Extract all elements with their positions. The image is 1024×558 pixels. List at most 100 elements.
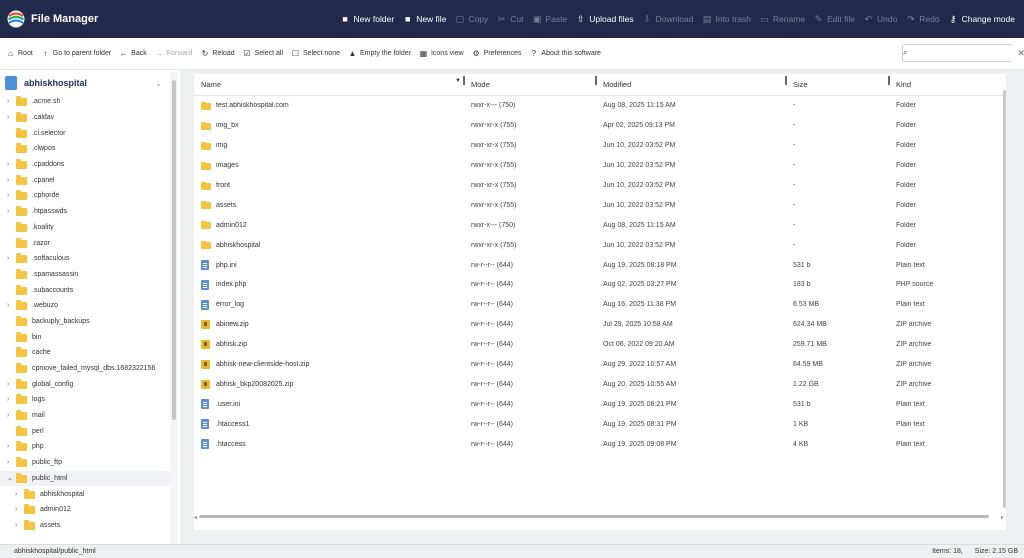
column-resize-handle[interactable] bbox=[888, 76, 890, 85]
chevron-icon[interactable]: › bbox=[7, 396, 16, 403]
table-row[interactable]: index.php rw-r--r-- (644) Aug 02, 2025 03:… bbox=[194, 275, 1006, 295]
column-mode-header[interactable]: Mode bbox=[471, 76, 603, 89]
forward-button[interactable]: → Forward bbox=[155, 49, 192, 58]
sidebar-item[interactable]: .cl.selector bbox=[0, 125, 178, 141]
chevron-icon[interactable]: › bbox=[15, 491, 24, 498]
sidebar-item[interactable]: › .cpaddons bbox=[0, 157, 178, 173]
change-mode-button[interactable]: ⚷ Change mode bbox=[949, 14, 1015, 25]
preferences-button[interactable]: ⚙ Preferences bbox=[472, 49, 522, 58]
column-size-header[interactable]: Size bbox=[793, 76, 896, 89]
new-file-button[interactable]: ■ New file bbox=[403, 14, 446, 24]
table-row[interactable]: test.abhiskhospital.com rwxr-x--- (750) Au… bbox=[194, 96, 1006, 116]
chevron-icon[interactable]: › bbox=[7, 459, 16, 466]
table-row[interactable]: abhisk-new-clientside-host.zip rw-r--r-- … bbox=[194, 355, 1006, 375]
icons-view-button[interactable]: ▦ Icons view bbox=[419, 49, 464, 58]
sidebar-scrollbar[interactable] bbox=[172, 80, 176, 420]
select-all-button[interactable]: ☑ Select all bbox=[243, 49, 284, 58]
sidebar-item[interactable]: › .webuzo bbox=[0, 298, 178, 314]
chevron-icon[interactable]: › bbox=[15, 522, 24, 529]
sidebar-item[interactable]: › admin012 bbox=[0, 502, 178, 518]
column-modified-header[interactable]: Modified bbox=[603, 76, 793, 89]
sidebar-item[interactable]: bin bbox=[0, 329, 178, 345]
clear-search-icon[interactable]: ✕ bbox=[1017, 48, 1024, 59]
new-folder-button[interactable]: ■ New folder bbox=[341, 14, 394, 24]
search-input[interactable] bbox=[907, 46, 1018, 60]
table-row[interactable]: abhisk.zip rw-r--r-- (644) Oct 06, 2022 09… bbox=[194, 335, 1006, 355]
chevron-down-icon[interactable]: ⌄ bbox=[155, 79, 162, 88]
table-row[interactable]: abhisk_bkp20082025.zip rw-r--r-- (644) Aug… bbox=[194, 374, 1006, 394]
sidebar-item[interactable]: › php bbox=[0, 439, 178, 455]
chevron-icon[interactable]: › bbox=[7, 114, 16, 121]
about-button[interactable]: ? About this software bbox=[529, 49, 601, 58]
chevron-icon[interactable]: › bbox=[7, 255, 16, 262]
scroll-left-icon[interactable]: ◂ bbox=[194, 514, 197, 521]
select-none-button[interactable]: ☐ Select none bbox=[291, 49, 340, 58]
sidebar-item[interactable]: › abhiskhospital bbox=[0, 486, 178, 502]
sidebar-item[interactable]: › assets bbox=[0, 518, 178, 534]
chevron-icon[interactable]: › bbox=[7, 177, 16, 184]
column-kind-header[interactable]: Kind bbox=[896, 80, 996, 89]
table-row[interactable]: .user.ini rw-r--r-- (644) Aug 19, 2025 08:… bbox=[194, 394, 1006, 414]
chevron-icon[interactable]: › bbox=[15, 506, 24, 513]
column-resize-handle[interactable] bbox=[595, 76, 597, 85]
chevron-icon[interactable]: › bbox=[7, 208, 16, 215]
chevron-icon[interactable]: › bbox=[7, 412, 16, 419]
sidebar-item[interactable]: .spamassassin bbox=[0, 267, 178, 283]
back-button[interactable]: ← Back bbox=[119, 49, 147, 58]
sidebar-item[interactable]: › .cpanel bbox=[0, 172, 178, 188]
sidebar-item[interactable]: perl bbox=[0, 423, 178, 439]
table-row[interactable]: php.ini rw-r--r-- (644) Aug 19, 2025 08:18… bbox=[194, 255, 1006, 275]
copy-button[interactable]: ▢ Copy bbox=[455, 14, 489, 25]
chevron-icon[interactable]: ⌄ bbox=[7, 474, 16, 482]
root-button[interactable]: ⌂ Root bbox=[6, 49, 33, 58]
sidebar-item[interactable]: .koality bbox=[0, 220, 178, 236]
empty-folder-button[interactable]: ▲ Empty the folder bbox=[348, 49, 411, 58]
table-row[interactable]: .htaccess1 rw-r--r-- (644) Aug 19, 2025 08… bbox=[194, 414, 1006, 434]
cut-button[interactable]: ✂ Cut bbox=[497, 14, 524, 25]
upload-files-button[interactable]: ⇧ Upload files bbox=[576, 14, 634, 25]
chevron-icon[interactable]: › bbox=[7, 192, 16, 199]
vertical-scrollbar[interactable] bbox=[1003, 90, 1006, 508]
table-row[interactable]: assets rwxr-xr-x (755) Jun 10, 2022 03:52 … bbox=[194, 195, 1006, 215]
sidebar-item[interactable]: ⌄ public_html bbox=[0, 470, 178, 487]
paste-button[interactable]: ▣ Paste bbox=[533, 14, 568, 25]
sidebar-item[interactable]: .subaccounts bbox=[0, 282, 178, 298]
table-row[interactable]: img_bx rwxr-xr-x (755) Apr 02, 2025 09:13 … bbox=[194, 116, 1006, 136]
sidebar-item[interactable]: › .cphorde bbox=[0, 188, 178, 204]
sidebar-root[interactable]: abhiskhospital ⌄ bbox=[5, 72, 178, 94]
chevron-icon[interactable]: › bbox=[7, 381, 16, 388]
sidebar-item[interactable]: cache bbox=[0, 345, 178, 361]
chevron-icon[interactable]: › bbox=[7, 443, 16, 450]
reload-button[interactable]: ↻ Reload bbox=[200, 49, 235, 58]
sidebar-item[interactable]: › public_ftp bbox=[0, 455, 178, 471]
sidebar-item[interactable]: › .acme.sh bbox=[0, 94, 178, 110]
sidebar-item[interactable]: › global_config bbox=[0, 376, 178, 392]
rename-button[interactable]: ▭ Rename bbox=[760, 14, 805, 25]
column-name-header[interactable]: Name ▼ bbox=[201, 76, 471, 89]
table-row[interactable]: admin012 rwxr-x--- (750) Aug 08, 2025 11:1… bbox=[194, 215, 1006, 235]
sidebar-item[interactable]: › mail bbox=[0, 408, 178, 424]
parent-folder-button[interactable]: ↑ Go to parent folder bbox=[41, 49, 111, 58]
column-resize-handle[interactable] bbox=[785, 76, 787, 85]
sidebar-item[interactable]: .clwpos bbox=[0, 141, 178, 157]
redo-button[interactable]: ↷ Redo bbox=[906, 14, 940, 25]
sidebar-item[interactable]: backuply_backups bbox=[0, 314, 178, 330]
table-row[interactable]: .htaccess rw-r--r-- (644) Aug 19, 2025 09:… bbox=[194, 434, 1006, 454]
sidebar-item[interactable]: .razor bbox=[0, 235, 178, 251]
table-row[interactable]: abhiskhospital rwxr-xr-x (755) Jun 10, 202… bbox=[194, 235, 1006, 255]
sidebar-item[interactable]: › .softaculous bbox=[0, 251, 178, 267]
table-row[interactable]: abinew.zip rw-r--r-- (644) Jul 29, 2025 10… bbox=[194, 315, 1006, 335]
table-row[interactable]: img rwxr-xr-x (755) Jun 10, 2022 03:52 PM -… bbox=[194, 136, 1006, 156]
table-row[interactable]: front rwxr-xr-x (755) Jun 10, 2022 03:52 P… bbox=[194, 176, 1006, 196]
edit-file-button[interactable]: ✎ Edit file bbox=[814, 14, 855, 25]
sort-desc-icon[interactable]: ▼ bbox=[455, 78, 461, 84]
chevron-icon[interactable]: › bbox=[7, 161, 16, 168]
table-row[interactable]: error_log rw-r--r-- (644) Aug 16, 2025 11:… bbox=[194, 295, 1006, 315]
download-button[interactable]: ⇩ Download bbox=[643, 14, 693, 25]
chevron-icon[interactable]: › bbox=[7, 302, 16, 309]
undo-button[interactable]: ↶ Undo bbox=[864, 14, 898, 25]
horizontal-scrollbar[interactable] bbox=[199, 515, 989, 518]
into-trash-button[interactable]: ▤ Into trash bbox=[702, 14, 751, 25]
table-row[interactable]: images rwxr-xr-x (755) Jun 10, 2022 03:52 … bbox=[194, 156, 1006, 176]
chevron-icon[interactable]: › bbox=[7, 98, 16, 105]
